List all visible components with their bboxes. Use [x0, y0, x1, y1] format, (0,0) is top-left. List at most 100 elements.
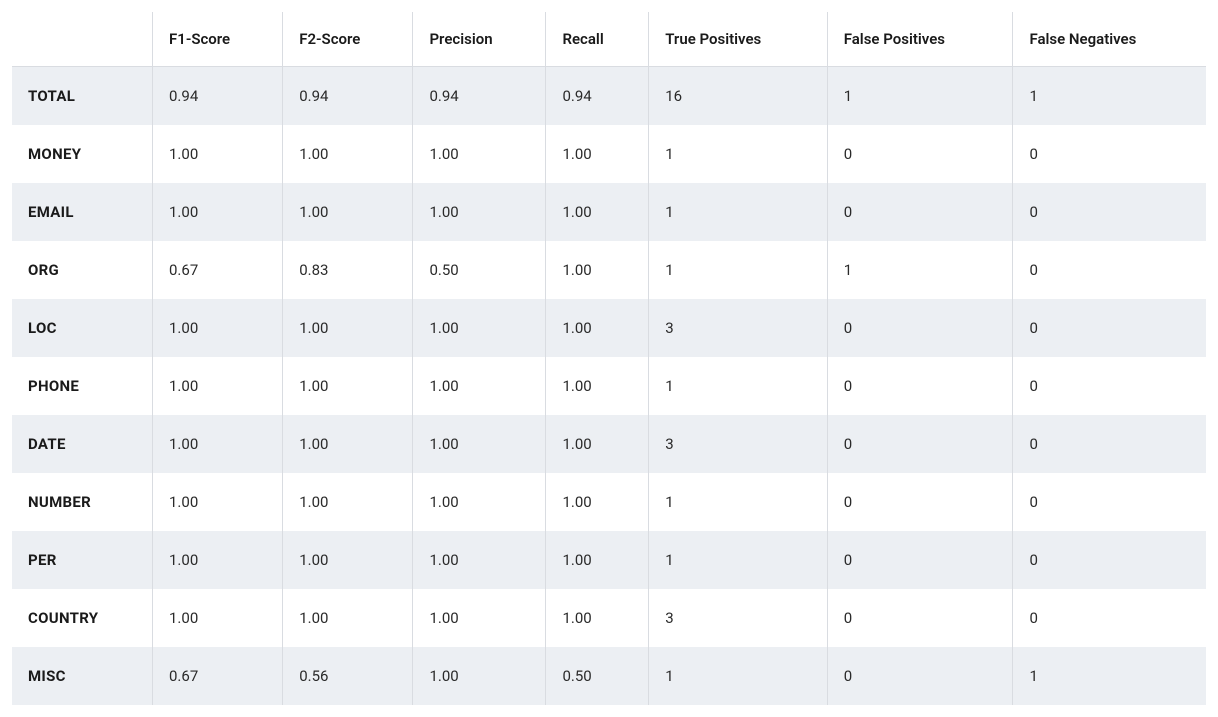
cell-tp: 1	[648, 125, 827, 183]
table-row: MONEY1.001.001.001.00100	[12, 125, 1206, 183]
row-label: COUNTRY	[12, 589, 152, 647]
table-row: DATE1.001.001.001.00300	[12, 415, 1206, 473]
cell-f1: 1.00	[152, 415, 282, 473]
row-label: DATE	[12, 415, 152, 473]
cell-fn: 1	[1012, 67, 1206, 125]
cell-f1: 0.67	[152, 647, 282, 705]
cell-tp: 3	[648, 299, 827, 357]
cell-f2: 0.83	[282, 241, 412, 299]
cell-precision: 0.94	[412, 67, 545, 125]
cell-fn: 0	[1012, 183, 1206, 241]
cell-f2: 0.56	[282, 647, 412, 705]
row-label: PER	[12, 531, 152, 589]
cell-fp: 0	[827, 647, 1013, 705]
cell-precision: 1.00	[412, 647, 545, 705]
cell-f2: 1.00	[282, 589, 412, 647]
cell-tp: 1	[648, 531, 827, 589]
row-label: PHONE	[12, 357, 152, 415]
cell-recall: 1.00	[545, 415, 648, 473]
cell-tp: 3	[648, 589, 827, 647]
row-label: LOC	[12, 299, 152, 357]
cell-f2: 1.00	[282, 125, 412, 183]
cell-f1: 1.00	[152, 531, 282, 589]
cell-precision: 1.00	[412, 125, 545, 183]
cell-fp: 0	[827, 531, 1013, 589]
header-f2: F2-Score	[282, 12, 412, 67]
cell-f1: 0.67	[152, 241, 282, 299]
cell-fn: 0	[1012, 415, 1206, 473]
cell-f1: 1.00	[152, 299, 282, 357]
row-label: MISC	[12, 647, 152, 705]
table-row: PER1.001.001.001.00100	[12, 531, 1206, 589]
metrics-table-container: F1-Score F2-Score Precision Recall True …	[12, 12, 1206, 705]
cell-f1: 1.00	[152, 589, 282, 647]
cell-tp: 16	[648, 67, 827, 125]
cell-f1: 0.94	[152, 67, 282, 125]
cell-fp: 1	[827, 67, 1013, 125]
cell-f1: 1.00	[152, 473, 282, 531]
cell-fp: 0	[827, 183, 1013, 241]
row-label: NUMBER	[12, 473, 152, 531]
header-f1: F1-Score	[152, 12, 282, 67]
header-tp: True Positives	[648, 12, 827, 67]
cell-fn: 0	[1012, 299, 1206, 357]
cell-fp: 0	[827, 125, 1013, 183]
cell-recall: 0.94	[545, 67, 648, 125]
header-blank	[12, 12, 152, 67]
table-body: TOTAL0.940.940.940.941611MONEY1.001.001.…	[12, 67, 1206, 705]
cell-precision: 1.00	[412, 531, 545, 589]
cell-recall: 0.50	[545, 647, 648, 705]
cell-precision: 0.50	[412, 241, 545, 299]
cell-fn: 0	[1012, 241, 1206, 299]
cell-recall: 1.00	[545, 357, 648, 415]
cell-f1: 1.00	[152, 183, 282, 241]
row-label: MONEY	[12, 125, 152, 183]
cell-fp: 0	[827, 299, 1013, 357]
row-label: TOTAL	[12, 67, 152, 125]
header-recall: Recall	[545, 12, 648, 67]
cell-f2: 1.00	[282, 531, 412, 589]
cell-f2: 1.00	[282, 473, 412, 531]
cell-f2: 0.94	[282, 67, 412, 125]
table-header-row: F1-Score F2-Score Precision Recall True …	[12, 12, 1206, 67]
cell-fp: 1	[827, 241, 1013, 299]
cell-recall: 1.00	[545, 125, 648, 183]
cell-tp: 1	[648, 473, 827, 531]
table-row: PHONE1.001.001.001.00100	[12, 357, 1206, 415]
cell-recall: 1.00	[545, 473, 648, 531]
table-row: LOC1.001.001.001.00300	[12, 299, 1206, 357]
cell-fn: 0	[1012, 125, 1206, 183]
cell-f2: 1.00	[282, 183, 412, 241]
cell-recall: 1.00	[545, 241, 648, 299]
cell-precision: 1.00	[412, 183, 545, 241]
cell-recall: 1.00	[545, 183, 648, 241]
table-row: COUNTRY1.001.001.001.00300	[12, 589, 1206, 647]
cell-f2: 1.00	[282, 415, 412, 473]
cell-precision: 1.00	[412, 299, 545, 357]
cell-fn: 0	[1012, 531, 1206, 589]
row-label: EMAIL	[12, 183, 152, 241]
cell-precision: 1.00	[412, 473, 545, 531]
cell-fp: 0	[827, 589, 1013, 647]
cell-f2: 1.00	[282, 299, 412, 357]
cell-fp: 0	[827, 415, 1013, 473]
header-fn: False Negatives	[1012, 12, 1206, 67]
table-row: NUMBER1.001.001.001.00100	[12, 473, 1206, 531]
cell-tp: 3	[648, 415, 827, 473]
table-row: MISC0.670.561.000.50101	[12, 647, 1206, 705]
cell-precision: 1.00	[412, 357, 545, 415]
table-row: ORG0.670.830.501.00110	[12, 241, 1206, 299]
cell-tp: 1	[648, 647, 827, 705]
metrics-table: F1-Score F2-Score Precision Recall True …	[12, 12, 1206, 705]
cell-fn: 0	[1012, 357, 1206, 415]
header-fp: False Positives	[827, 12, 1013, 67]
cell-fn: 1	[1012, 647, 1206, 705]
cell-tp: 1	[648, 357, 827, 415]
cell-tp: 1	[648, 183, 827, 241]
cell-precision: 1.00	[412, 589, 545, 647]
cell-f1: 1.00	[152, 125, 282, 183]
cell-recall: 1.00	[545, 299, 648, 357]
cell-fp: 0	[827, 473, 1013, 531]
cell-f1: 1.00	[152, 357, 282, 415]
cell-f2: 1.00	[282, 357, 412, 415]
